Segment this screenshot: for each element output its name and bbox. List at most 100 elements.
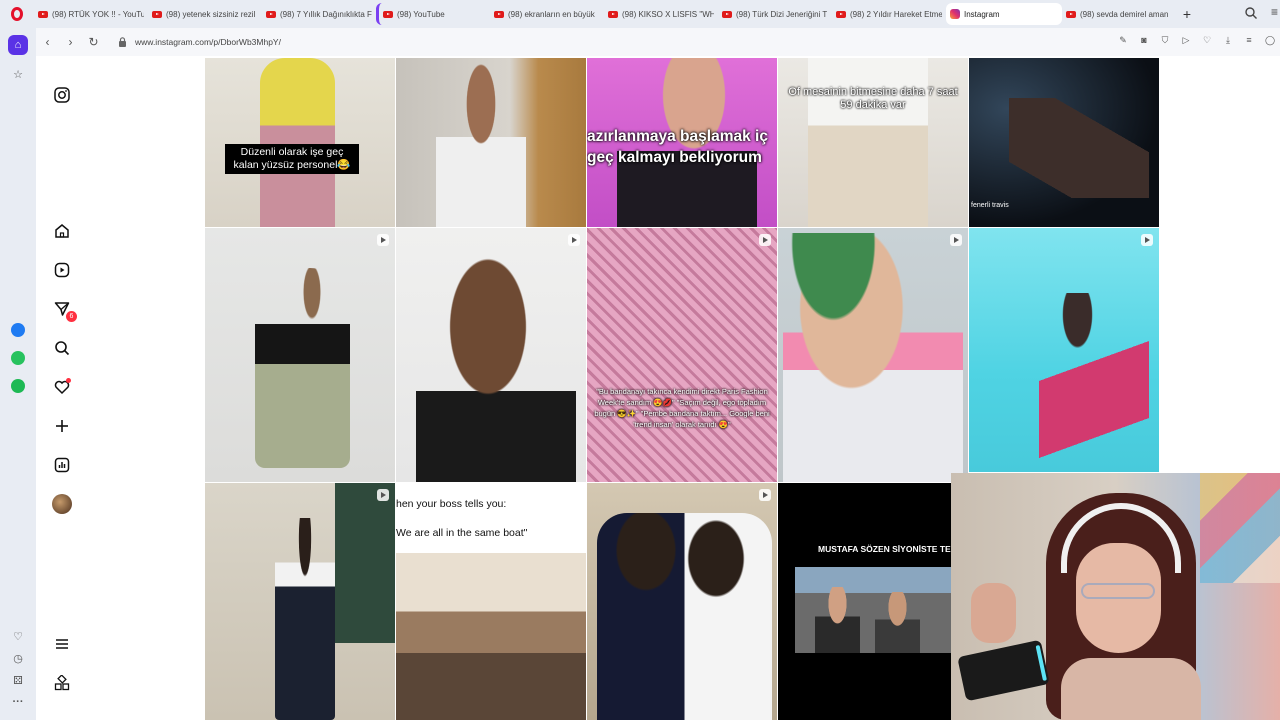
browser-tab[interactable]: (98) 7 Yıllık Dağınıklıkta F (262, 3, 376, 25)
post-thumbnail[interactable]: hen your boss tells you: We are all in t… (396, 483, 586, 720)
shield-icon[interactable]: ⛉ (1159, 34, 1171, 46)
address-bar-tools: ✎ ◙ ⛉ ▷ ♡ ⤓ ≡ ◯ (1117, 34, 1276, 46)
post-thumbnail[interactable]: azırlanmaya başlamak iç geç kalmayı bekl… (587, 58, 777, 227)
post-caption: MUSTAFA SÖZEN SİYONİSTE TEPKİ (818, 544, 965, 554)
create-plus-icon[interactable] (52, 416, 72, 436)
post-caption: fenerli travis (971, 202, 1009, 209)
streamer-body (1061, 658, 1201, 720)
post-image (416, 243, 576, 482)
download-icon[interactable]: ⤓ (1222, 34, 1234, 46)
messenger-icon[interactable] (8, 320, 28, 340)
profile-avatar[interactable] (52, 494, 72, 514)
tab-search-icon[interactable] (1244, 6, 1258, 20)
post-caption: "Bu bandanayı takınca kendimi direkt Par… (594, 387, 770, 429)
url-field[interactable]: www.instagram.com/p/DborWb3MhpY/ (135, 37, 281, 47)
instagram-icon[interactable] (52, 85, 72, 105)
post-image (260, 58, 335, 227)
star-icon[interactable]: ☆ (8, 64, 28, 84)
opera-logo-icon[interactable] (0, 0, 34, 28)
reload-button[interactable]: ↻ (82, 32, 105, 52)
reel-icon (377, 234, 389, 246)
youtube-icon (152, 10, 162, 18)
messages-icon[interactable]: 6 (52, 299, 77, 322)
post-thumbnail[interactable]: Düzenli olarak işe geç kalan yüzsüz pers… (205, 58, 395, 227)
person-image (815, 587, 860, 653)
post-caption: hen your boss tells you: (396, 498, 507, 510)
tab-list: (98) RTÜK YOK !! - YouTub (98) yetenek s… (34, 0, 1198, 28)
youtube-icon (1066, 10, 1076, 18)
instagram-icon (950, 9, 960, 19)
post-thumbnail[interactable] (778, 228, 968, 482)
tab-title: (98) yetenek sizsiniz rezil (166, 9, 256, 19)
dashboard-icon[interactable] (52, 455, 72, 475)
post-thumbnail[interactable]: Of mesainin bitmesine daha 7 saat 59 dak… (778, 58, 968, 227)
speed-dial-home-icon[interactable]: ⌂ (8, 35, 28, 55)
new-tab-button[interactable]: + (1176, 3, 1198, 25)
instagram-nav: 6 (36, 56, 205, 720)
opera-sidebar: ⌂ ☆ ♡ ◷ ⚄ ··· (0, 28, 36, 720)
tab-title: (98) ekranların en büyük (508, 9, 595, 19)
chalkboard-image (335, 483, 395, 643)
post-thumbnail[interactable] (396, 228, 586, 482)
address-bar: ‹ › ↻ www.instagram.com/p/DborWb3MhpY/ ✎… (36, 28, 1280, 56)
lock-icon[interactable] (117, 37, 127, 47)
easy-setup-icon[interactable]: ≡ (1243, 34, 1255, 46)
youtube-icon (266, 10, 276, 18)
home-icon[interactable] (52, 221, 72, 241)
browser-tab[interactable]: (98) RTÜK YOK !! - YouTub (34, 3, 148, 25)
post-thumbnail[interactable] (396, 58, 586, 227)
also-from-meta-icon[interactable] (52, 673, 72, 693)
notifications-heart-icon[interactable] (52, 377, 72, 397)
post-image (255, 268, 350, 468)
more-icon[interactable]: ··· (8, 692, 28, 712)
tab-title: (98) 7 Yıllık Dağınıklıkta F (280, 9, 372, 19)
browser-tab[interactable]: (98) ekranların en büyük (490, 3, 604, 25)
edit-icon[interactable]: ✎ (1117, 34, 1129, 46)
search-icon[interactable] (52, 338, 72, 358)
back-button[interactable]: ‹ (36, 32, 59, 52)
background-art (1200, 473, 1280, 583)
post-image (795, 567, 951, 653)
post-thumbnail[interactable]: "Bu bandanayı takınca kendimi direkt Par… (587, 228, 777, 482)
player-icon[interactable]: ▷ (1180, 34, 1192, 46)
extensions-icon[interactable]: ⚄ (8, 670, 28, 690)
profile-icon[interactable]: ◯ (1264, 34, 1276, 46)
reels-icon[interactable] (52, 260, 72, 280)
post-thumbnail[interactable]: fenerli travis (969, 58, 1159, 227)
history-icon[interactable]: ◷ (8, 648, 28, 668)
youtube-icon (38, 10, 48, 18)
post-image (597, 513, 772, 720)
post-thumbnail[interactable] (969, 228, 1159, 472)
browser-tab-active[interactable]: Instagram (946, 3, 1062, 25)
spotify-icon[interactable] (8, 376, 28, 396)
browser-tab[interactable]: (98) sevda demirel aman (1062, 3, 1176, 25)
tab-title: (98) RTÜK YOK !! - YouTub (52, 9, 144, 19)
post-thumbnail[interactable] (205, 483, 395, 720)
forward-button[interactable]: › (59, 32, 82, 52)
tab-menu-icon[interactable]: ≡ (1271, 5, 1278, 19)
whatsapp-icon[interactable] (8, 348, 28, 368)
post-caption: Of mesainin bitmesine daha 7 saat 59 dak… (788, 86, 958, 111)
browser-tab[interactable]: (98) KIKSO X LISFIS "WH' (604, 3, 718, 25)
post-caption: We are all in the same boat" (396, 527, 528, 539)
youtube-icon (383, 10, 393, 18)
menu-hamburger-icon[interactable] (52, 634, 72, 654)
heart-icon[interactable]: ♡ (1201, 34, 1213, 46)
post-caption: azırlanmaya başlamak iç geç kalmayı bekl… (587, 128, 768, 166)
browser-tab[interactable]: (98) Türk Dizi Jeneriğini T (718, 3, 832, 25)
browser-tab[interactable]: (98) yetenek sizsiniz rezil (148, 3, 262, 25)
browser-tab[interactable]: (98) YouTube (376, 3, 490, 25)
browser-tab[interactable]: (98) 2 Yıldır Hareket Etme (832, 3, 946, 25)
reel-icon (759, 489, 771, 501)
post-image (783, 233, 963, 482)
tab-title: (98) KIKSO X LISFIS "WH' (622, 9, 714, 19)
camera-icon[interactable]: ◙ (1138, 34, 1150, 46)
reel-icon (759, 234, 771, 246)
post-image (808, 58, 928, 227)
post-thumbnail[interactable] (587, 483, 777, 720)
post-thumbnail[interactable] (205, 228, 395, 482)
heart-icon[interactable]: ♡ (8, 626, 28, 646)
post-thumbnail[interactable]: MUSTAFA SÖZEN SİYONİSTE TEPKİ (778, 483, 968, 720)
tab-title: (98) YouTube (397, 9, 445, 19)
person-image (875, 592, 920, 653)
